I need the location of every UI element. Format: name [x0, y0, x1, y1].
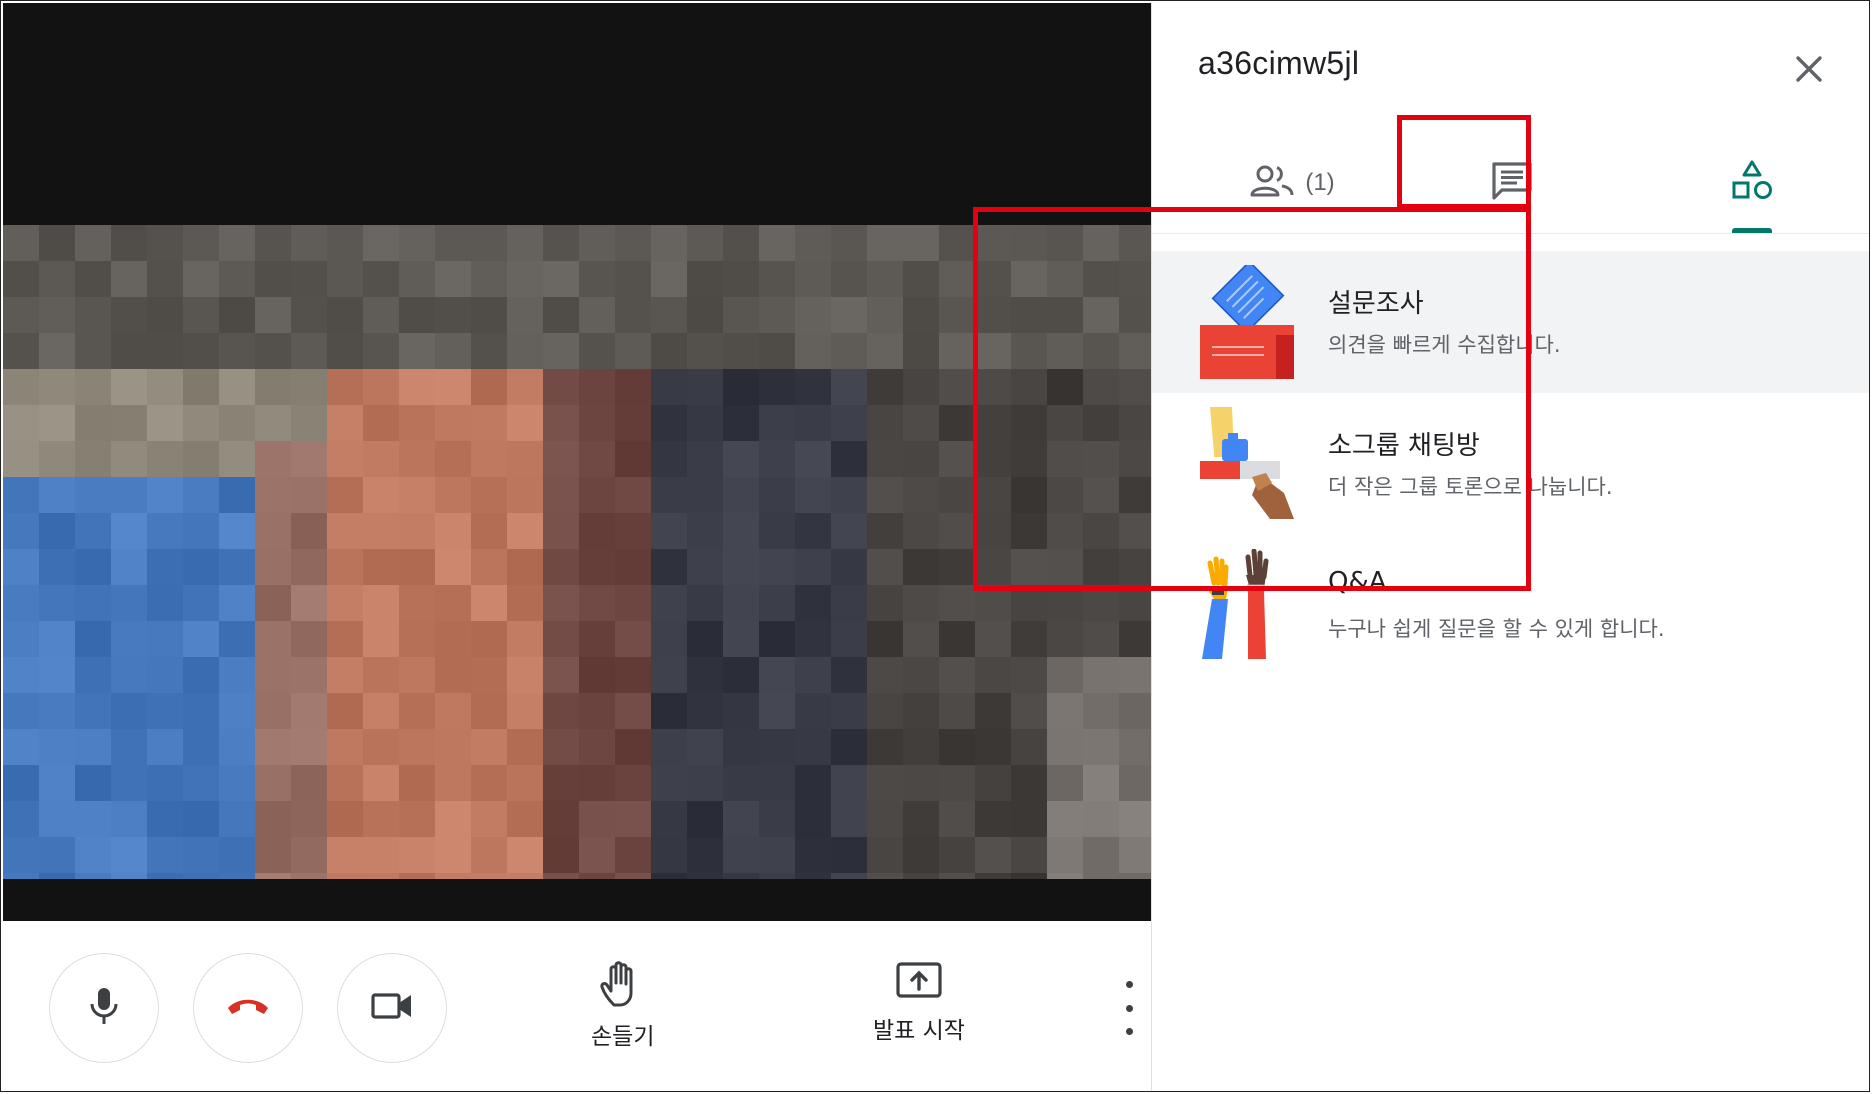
video-stage — [3, 3, 1151, 921]
end-call-button[interactable] — [193, 953, 303, 1063]
close-icon — [1789, 56, 1829, 93]
hang-up-icon — [224, 994, 272, 1022]
people-icon — [1249, 164, 1295, 202]
raise-hand-button[interactable]: 손들기 — [591, 959, 654, 1051]
more-vert-icon — [1125, 981, 1133, 988]
qa-illustration — [1192, 548, 1302, 663]
close-panel-button[interactable] — [1789, 49, 1829, 89]
panel-tabs: (1) — [1152, 133, 1869, 234]
app-window: 손들기 발표 시작 a36cimw5jl (1) 설문조사 의견을 빠르게 수집… — [0, 0, 1870, 1092]
meeting-controls: 손들기 발표 시작 — [3, 921, 1151, 1091]
activity-description: 의견을 빠르게 수집합니다. — [1328, 333, 1561, 357]
present-now-label: 발표 시작 — [873, 1018, 965, 1044]
meeting-code: a36cimw5jl — [1198, 45, 1360, 81]
present-now-button[interactable]: 발표 시작 — [873, 959, 965, 1045]
pixelated-video-image — [3, 225, 1151, 879]
activity-description: 더 작은 그룹 토론으로 나눕니다. — [1328, 475, 1613, 499]
activity-title: Q&A — [1328, 567, 1387, 597]
active-tab-indicator — [1732, 228, 1772, 233]
tab-activities[interactable] — [1652, 133, 1852, 233]
activity-title: 설문조사 — [1328, 289, 1424, 319]
activities-shapes-icon — [1730, 159, 1774, 207]
poll-illustration — [1192, 260, 1302, 379]
participant-count: (1) — [1305, 169, 1335, 196]
microphone-button[interactable] — [49, 953, 159, 1063]
raise-hand-label: 손들기 — [591, 1024, 655, 1050]
video-camera-icon — [370, 990, 414, 1026]
participant-video — [3, 225, 1151, 879]
more-options-button[interactable] — [1117, 981, 1141, 1035]
camera-button[interactable] — [337, 953, 447, 1063]
hand-icon — [598, 959, 648, 1013]
activity-breakout-rooms[interactable]: 소그룹 채팅방 더 작은 그룹 토론으로 나눕니다. — [1152, 393, 1869, 535]
microphone-icon — [87, 986, 121, 1030]
activity-poll[interactable]: 설문조사 의견을 빠르게 수집합니다. — [1152, 251, 1869, 393]
present-screen-icon — [895, 959, 943, 1007]
activity-description: 누구나 쉽게 질문을 할 수 있게 합니다. — [1328, 617, 1665, 641]
activity-qa[interactable]: Q&A 누구나 쉽게 질문을 할 수 있게 합니다. — [1152, 535, 1869, 677]
activity-title: 소그룹 채팅방 — [1328, 431, 1480, 461]
tab-people[interactable]: (1) — [1192, 133, 1392, 233]
chat-icon — [1490, 160, 1534, 206]
breakout-rooms-illustration — [1192, 407, 1302, 521]
tab-chat[interactable] — [1412, 133, 1612, 233]
side-panel: a36cimw5jl (1) 설문조사 의견을 빠르게 수집합니다. 소그룹 채… — [1151, 3, 1869, 1091]
